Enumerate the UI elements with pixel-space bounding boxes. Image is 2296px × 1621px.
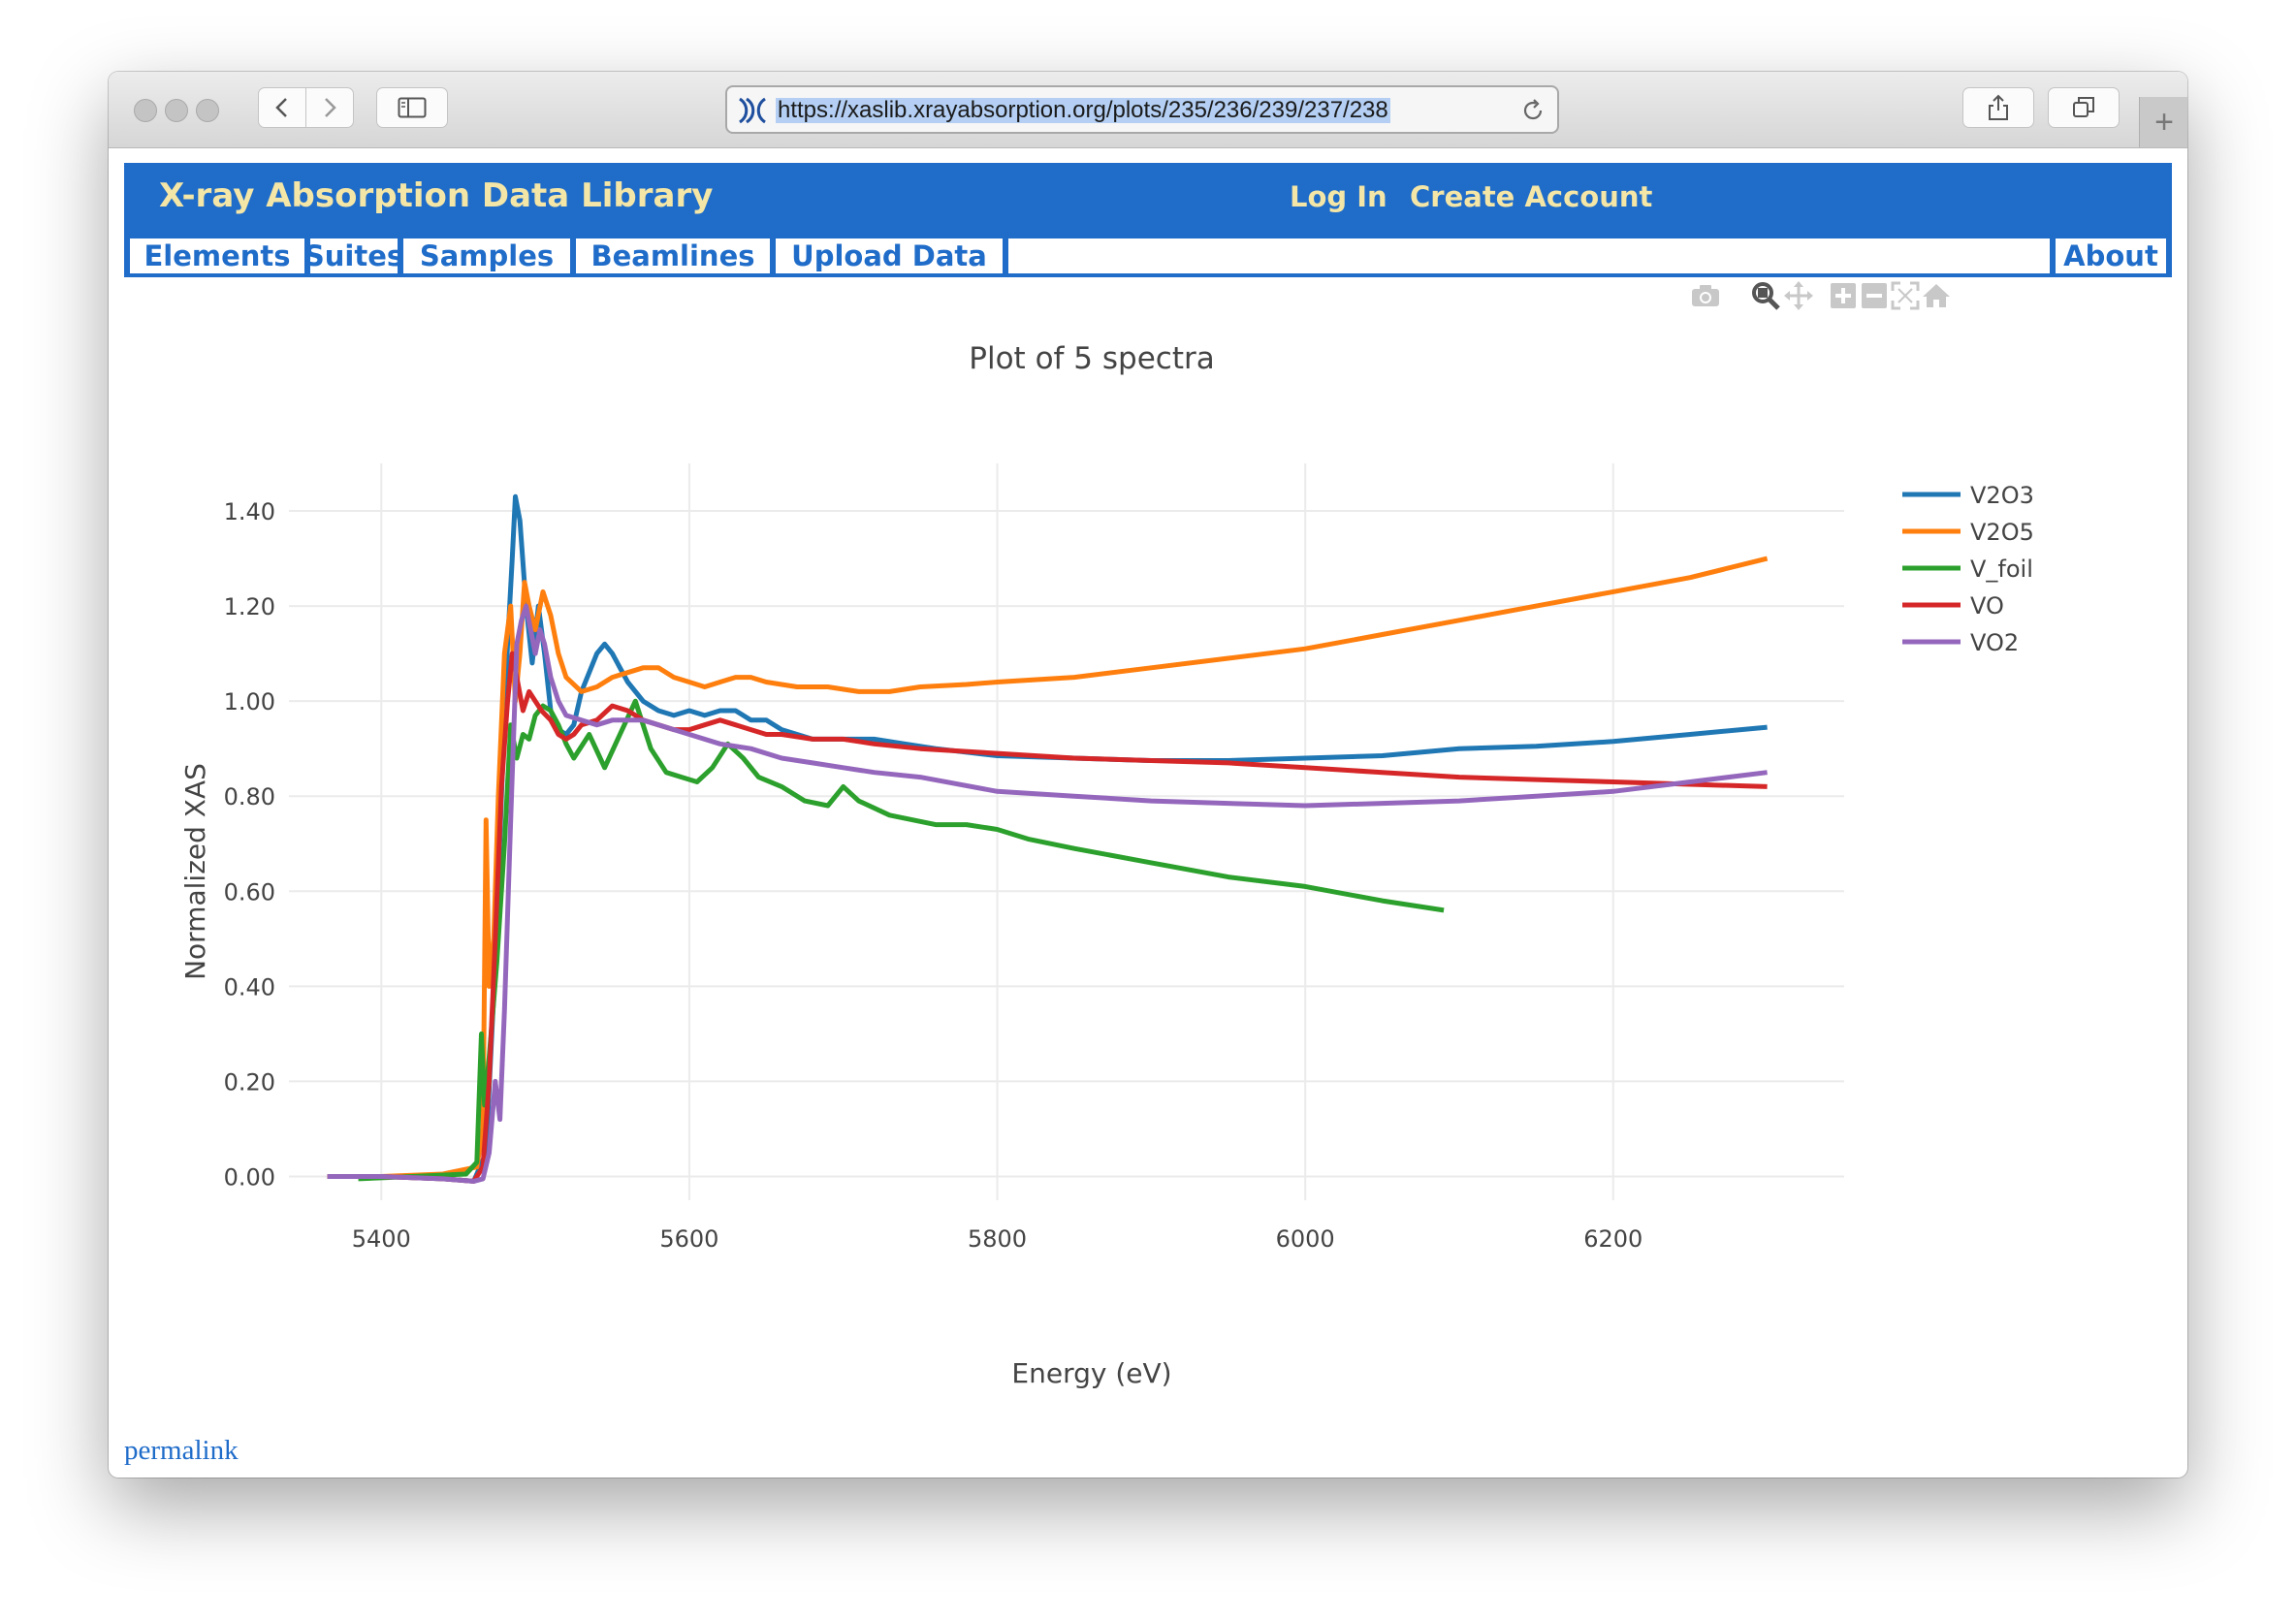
x-tick-label: 5400	[352, 1225, 411, 1253]
legend-label[interactable]: VO	[1970, 592, 2004, 620]
browser-window: https://xaslib.xrayabsorption.org/plots/…	[109, 72, 2187, 1478]
y-tick-label: 0.80	[224, 783, 275, 810]
xas-chart: 5400 5600 5800 6000 6200 0.00 0.20 0.40 0.60 0.80…	[179, 341, 2034, 1389]
x-axis-label: Energy (eV)	[1011, 1357, 1171, 1389]
x-tick-label: 6200	[1583, 1225, 1642, 1253]
y-tick-label: 1.40	[224, 498, 275, 525]
y-tick-label: 0.40	[224, 973, 275, 1001]
chart-title: Plot of 5 spectra	[969, 341, 1214, 376]
y-tick-label: 0.20	[224, 1068, 275, 1096]
series-line-vo[interactable]	[327, 651, 1768, 1184]
legend-label[interactable]: V2O3	[1970, 482, 2034, 509]
legend-label[interactable]: V_foil	[1970, 556, 2033, 583]
y-axis-label: Normalized XAS	[179, 763, 211, 980]
series-line-vo2[interactable]	[327, 603, 1768, 1184]
y-tick-label: 1.00	[224, 688, 275, 715]
permalink-link[interactable]: permalink	[124, 1435, 239, 1467]
y-tick-label: 0.00	[224, 1163, 275, 1191]
legend-label[interactable]: VO2	[1970, 629, 2019, 656]
x-tick-label: 5800	[968, 1225, 1027, 1253]
x-tick-label: 5600	[659, 1225, 718, 1253]
legend-label[interactable]: V2O5	[1970, 519, 2034, 546]
chart-legend: V2O3 V2O5 V_foil VO VO2	[1902, 482, 2034, 656]
y-tick-label: 1.20	[224, 593, 275, 620]
y-tick-label: 0.60	[224, 878, 275, 906]
x-tick-label: 6000	[1276, 1225, 1335, 1253]
